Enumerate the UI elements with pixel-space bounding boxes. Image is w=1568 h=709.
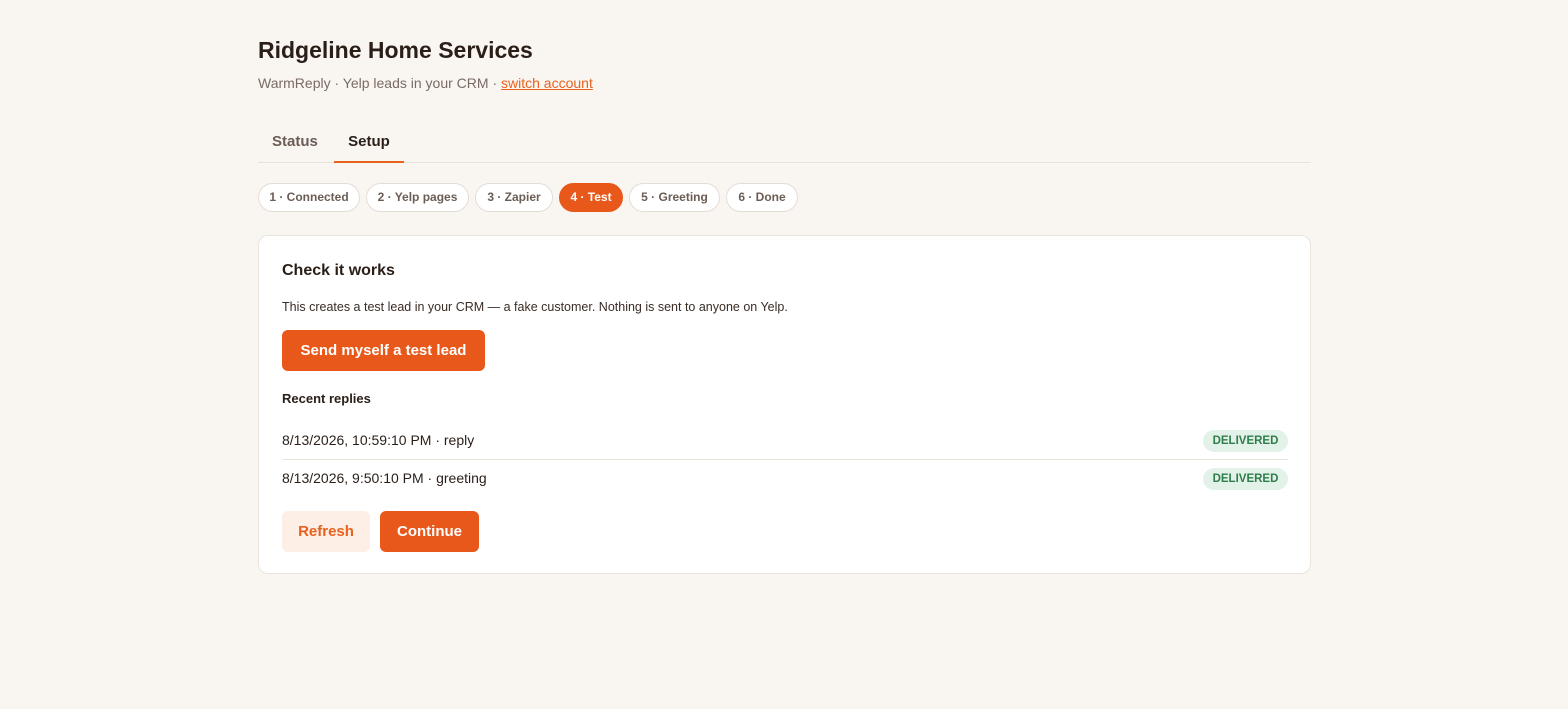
switch-account-link[interactable]: switch account — [501, 75, 593, 91]
reply-row: 8/13/2026, 10:59:10 PM · reply DELIVERED — [282, 422, 1288, 460]
step-test[interactable]: 4 · Test — [559, 183, 623, 212]
reply-row: 8/13/2026, 9:50:10 PM · greeting DELIVER… — [282, 460, 1288, 498]
recent-replies-heading: Recent replies — [282, 391, 371, 406]
continue-button[interactable]: Continue — [380, 511, 479, 552]
step-yelp-pages[interactable]: 2 · Yelp pages — [366, 183, 469, 212]
card-description: This creates a test lead in your CRM — a… — [282, 300, 788, 314]
reply-text: 8/13/2026, 10:59:10 PM · reply — [282, 432, 475, 448]
page-title: Ridgeline Home Services — [258, 37, 533, 63]
status-badge: DELIVERED — [1203, 468, 1288, 490]
tab-status[interactable]: Status — [272, 123, 318, 163]
test-card: Check it works This creates a test lead … — [258, 235, 1311, 574]
refresh-button[interactable]: Refresh — [282, 511, 370, 552]
step-connected[interactable]: 1 · Connected — [258, 183, 360, 212]
status-badge: DELIVERED — [1203, 430, 1288, 452]
step-zapier[interactable]: 3 · Zapier — [475, 183, 553, 212]
page-subtitle: WarmReply · Yelp leads in your CRM · swi… — [258, 75, 593, 91]
tab-setup[interactable]: Setup — [334, 123, 404, 163]
card-title: Check it works — [282, 262, 395, 279]
step-done[interactable]: 6 · Done — [726, 183, 798, 212]
subtitle-text: WarmReply · Yelp leads in your CRM · — [258, 75, 502, 91]
tab-bar: Status Setup — [258, 123, 1311, 163]
step-greeting[interactable]: 5 · Greeting — [629, 183, 720, 212]
reply-text: 8/13/2026, 9:50:10 PM · greeting — [282, 470, 487, 486]
send-test-lead-button[interactable]: Send myself a test lead — [282, 330, 485, 371]
